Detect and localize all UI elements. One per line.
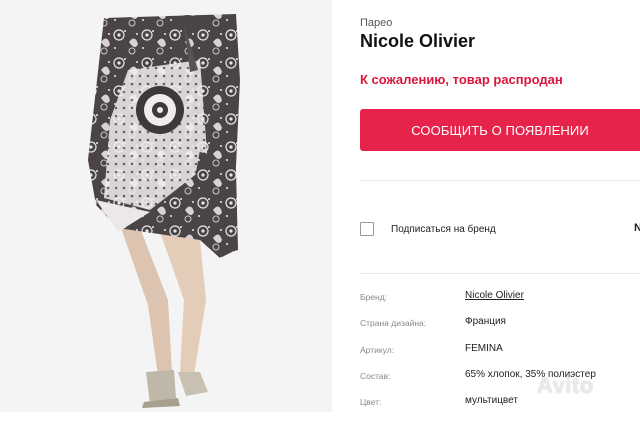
product-photo xyxy=(0,0,332,412)
attribute-row-article: Артикул: FEMINA xyxy=(360,343,640,369)
attribute-value: Франция xyxy=(465,316,506,328)
attribute-row-composition: Состав: 65% хлопок, 35% полиэстер xyxy=(360,369,640,395)
product-info-panel: Парео Nicole Olivier К сожалению, товар … xyxy=(360,0,640,412)
brand-link[interactable]: Nicole Olivier xyxy=(465,290,524,301)
product-attributes: Бренд: Nicole Olivier Страна дизайна: Фр… xyxy=(360,290,640,421)
subscribe-label: Подписаться на бренд xyxy=(391,223,496,235)
attribute-label: Состав: xyxy=(360,370,391,381)
product-brand-title[interactable]: Nicole Olivier xyxy=(360,31,475,52)
attribute-label: Бренд: xyxy=(360,292,388,302)
attribute-value: мультицвет xyxy=(465,395,518,407)
avito-watermark: Avito xyxy=(537,373,594,398)
product-category: Парео xyxy=(360,17,393,29)
attribute-label: Цвет: xyxy=(360,397,382,408)
attribute-label: Страна дизайна: xyxy=(360,318,427,329)
notify-availability-button[interactable]: СООБЩИТЬ О ПОЯВЛЕНИИ xyxy=(360,109,640,151)
subscribe-brand-option[interactable]: Подписаться на бренд xyxy=(360,222,496,236)
truncated-text: N xyxy=(634,222,640,234)
attribute-value: FEMINA xyxy=(465,342,503,354)
attribute-row-country: Страна дизайна: Франция xyxy=(360,316,640,342)
sold-out-message: К сожалению, товар распродан xyxy=(360,72,563,87)
attribute-row-brand: Бренд: Nicole Olivier xyxy=(360,290,640,316)
divider xyxy=(360,273,640,274)
attribute-label: Артикул: xyxy=(360,344,395,355)
notify-button-label: СООБЩИТЬ О ПОЯВЛЕНИИ xyxy=(411,122,589,138)
divider xyxy=(360,180,640,181)
subscribe-checkbox[interactable] xyxy=(360,222,374,236)
product-image xyxy=(88,14,240,408)
attribute-row-color: Цвет: мультицвет xyxy=(360,395,640,421)
